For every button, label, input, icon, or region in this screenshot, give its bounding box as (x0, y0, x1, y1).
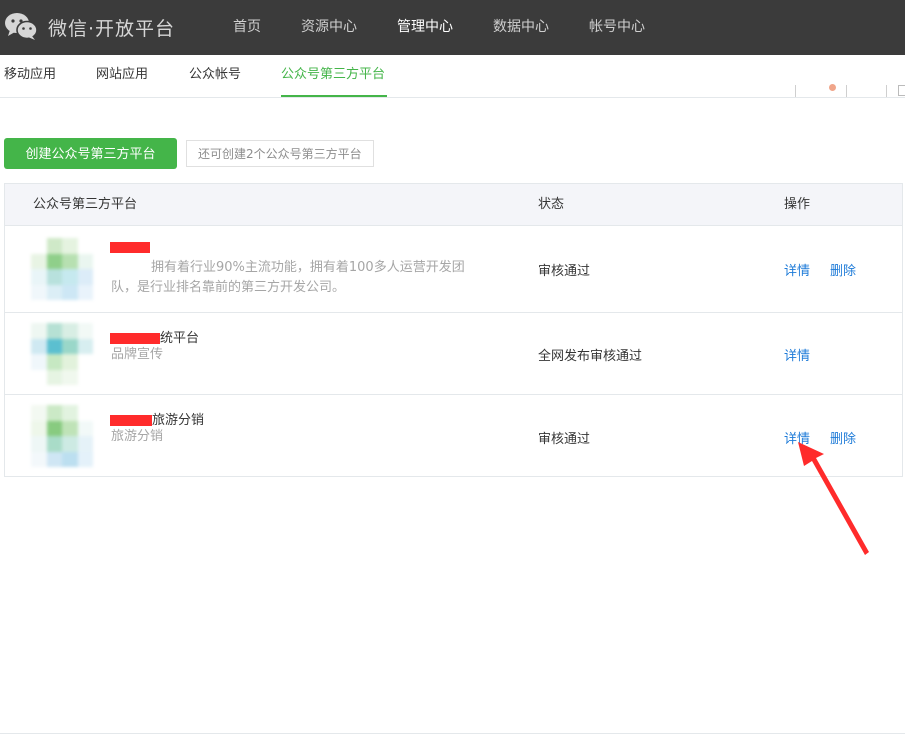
column-header-status: 状态 (538, 197, 565, 212)
redaction-mark (110, 242, 150, 253)
nav-item-data[interactable]: 数据中心 (473, 0, 569, 55)
tab-mobile-apps[interactable]: 移动应用 (4, 55, 56, 95)
nav-item-account[interactable]: 帐号中心 (569, 0, 665, 55)
platform-description: 品牌宣传 (111, 347, 164, 362)
platform-description: 拥有着行业90%主流功能，拥有着100多人运营开发团队，是行业排名靠前的第三方开… (111, 260, 465, 295)
column-header-platform: 公众号第三方平台 (33, 197, 138, 212)
nav-item-resources[interactable]: 资源中心 (281, 0, 377, 55)
divider (886, 85, 887, 97)
platform-name (110, 240, 150, 255)
table-row: 拥有着行业90%主流功能，拥有着100多人运营开发团队，是行业排名靠前的第三方开… (5, 226, 902, 313)
create-platform-button[interactable]: 创建公众号第三方平台 (4, 138, 177, 169)
tab-third-party-platform[interactable]: 公众号第三方平台 (281, 55, 388, 97)
detail-link[interactable]: 详情 (784, 260, 810, 279)
table-header: 公众号第三方平台 状态 操作 (5, 184, 902, 226)
tab-website-apps[interactable]: 网站应用 (96, 55, 148, 95)
tab-official-accounts[interactable]: 公众帐号 (189, 55, 241, 95)
platform-name: 统平台 (110, 327, 199, 346)
status-text: 审核通过 (538, 432, 591, 447)
status-text: 全网发布审核通过 (538, 349, 643, 364)
delete-link[interactable]: 删除 (830, 260, 856, 279)
platform-avatar (31, 323, 93, 385)
top-nav-bar: 微信·开放平台 首页 资源中心 管理中心 数据中心 帐号中心 (0, 0, 905, 55)
nav-item-home[interactable]: 首页 (213, 0, 281, 55)
notification-dot (829, 84, 836, 91)
wechat-logo-icon[interactable] (4, 11, 38, 41)
divider (846, 85, 847, 97)
detail-link[interactable]: 详情 (784, 345, 810, 364)
column-header-actions: 操作 (784, 197, 811, 212)
table-row: 统平台 品牌宣传 全网发布审核通过 详情 (5, 313, 902, 395)
platform-description: 旅游分销 (111, 429, 164, 444)
divider (795, 85, 796, 97)
annotation-arrow-icon (798, 442, 869, 555)
platform-name: 旅游分销 (110, 409, 204, 428)
main-nav: 首页 资源中心 管理中心 数据中心 帐号中心 (213, 0, 665, 55)
clipped-icon (898, 85, 905, 96)
platform-table: 公众号第三方平台 状态 操作 拥有着行业90%主流功能，拥有着100多人运营开发… (4, 183, 903, 477)
platform-avatar (31, 405, 93, 467)
divider (0, 733, 905, 734)
status-text: 审核通过 (538, 264, 591, 279)
nav-item-management[interactable]: 管理中心 (377, 0, 473, 55)
redaction-mark (110, 333, 160, 344)
platform-avatar (31, 238, 93, 300)
redaction-mark (110, 415, 152, 426)
brand-title[interactable]: 微信·开放平台 (48, 14, 175, 41)
quota-tip: 还可创建2个公众号第三方平台 (186, 140, 374, 167)
table-row: 旅游分销 旅游分销 审核通过 详情 删除 (5, 395, 902, 476)
sub-tabs: 移动应用 网站应用 公众帐号 公众号第三方平台 (0, 55, 905, 98)
